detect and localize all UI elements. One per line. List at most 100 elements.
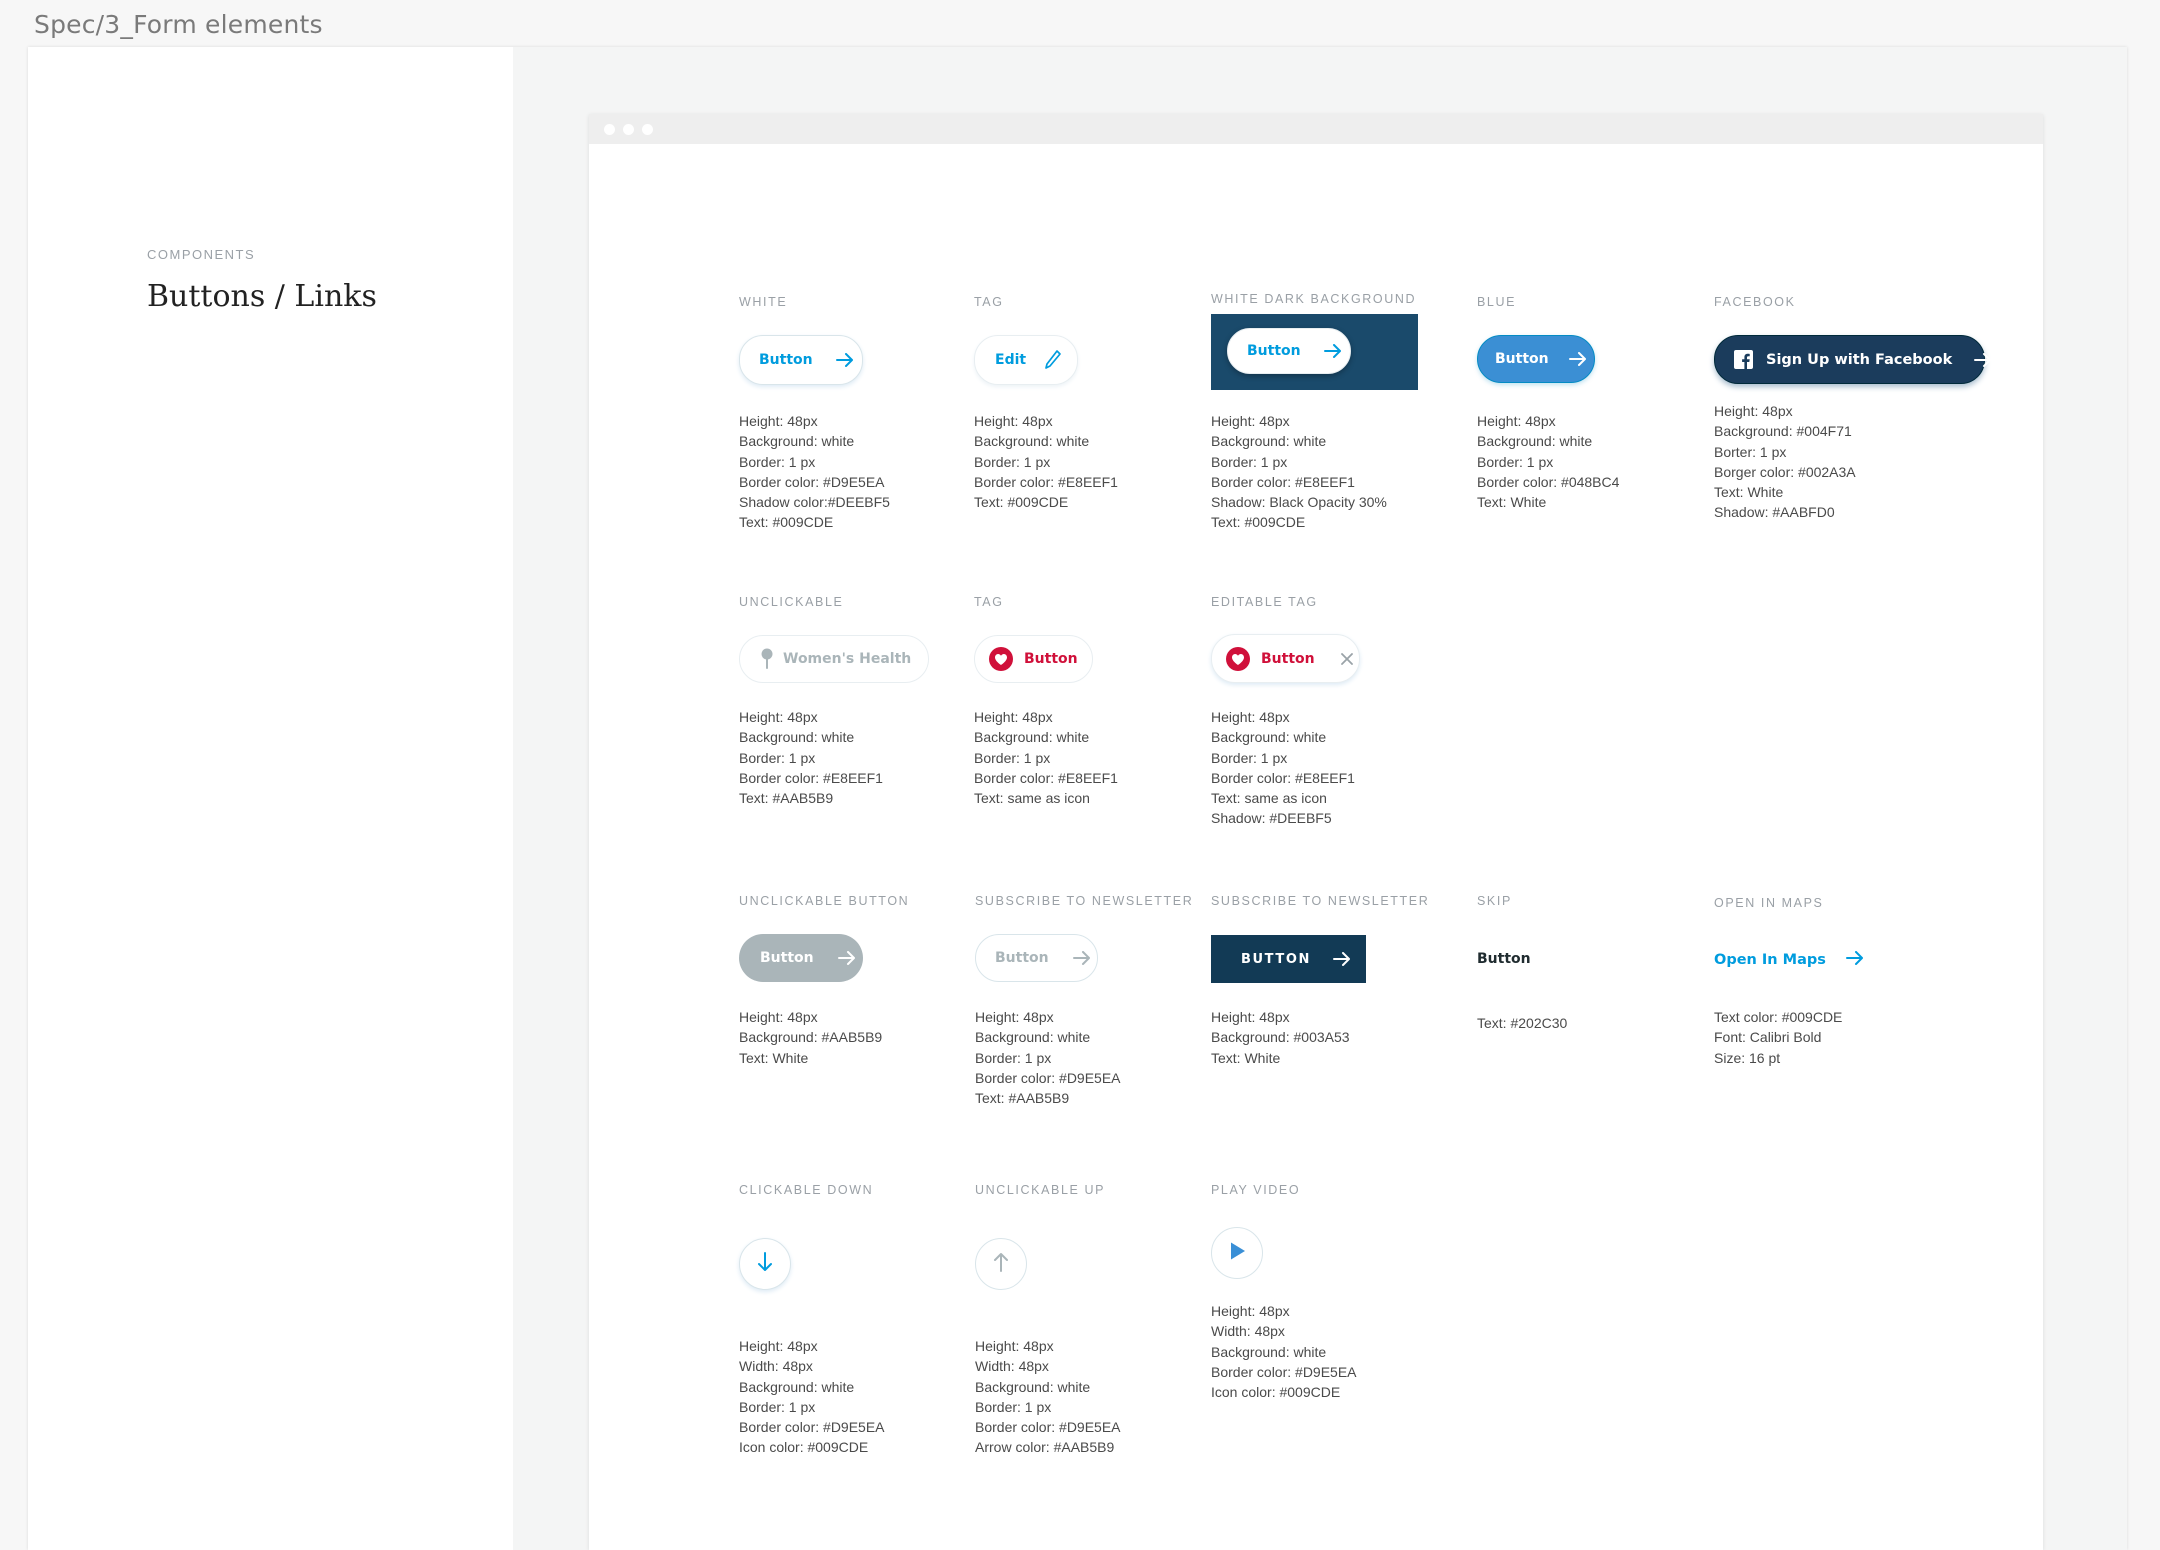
spec-line: Background: white	[739, 1378, 855, 1395]
close-icon[interactable]	[1340, 652, 1353, 665]
spec-line: Text: #009CDE	[1211, 514, 1306, 531]
spec-line: Borger color: #002A3A	[1714, 463, 1856, 480]
spec-line: Text color: #009CDE	[1714, 1009, 1843, 1025]
arrow-right-icon	[835, 353, 854, 367]
facebook-icon	[1734, 350, 1753, 369]
button-label: Button	[1261, 650, 1315, 667]
spec-line: Border: 1 px	[739, 749, 816, 766]
button-label: Button	[1247, 343, 1301, 359]
spec-line: Border color: #D9E5EA	[975, 1419, 1121, 1436]
spec-line: Height: 48px	[739, 709, 818, 725]
spec-line: Height: 48px	[1211, 1009, 1290, 1025]
section-label-tag: TAG	[974, 295, 1004, 309]
page-title: Spec/3_Form elements	[34, 10, 323, 39]
white-dark-button[interactable]: Button	[1227, 328, 1351, 374]
spec-line: Text: #AAB5B9	[739, 790, 834, 807]
spec-line: Border: 1 px	[974, 453, 1051, 470]
spec-line: Background: white	[975, 1029, 1091, 1046]
open-in-maps-link[interactable]: Open In Maps	[1714, 949, 1864, 971]
arrow-down-icon	[757, 1251, 773, 1278]
section-label-white-dark: WHITE DARK BACKGROUND	[1211, 292, 1417, 306]
spec-line: Text: #AAB5B9	[975, 1090, 1070, 1107]
window-dot-icon[interactable]	[642, 124, 653, 135]
spec-line: Border color: #E8EEF1	[1211, 473, 1355, 490]
spec-line: Background: white	[1211, 729, 1327, 746]
spec-line: Border: 1 px	[975, 1398, 1052, 1415]
section-label-unclickable-up: UNCLICKABLE UP	[975, 1183, 1106, 1197]
spec-line: Height: 48px	[975, 1338, 1054, 1354]
heart-tag-button[interactable]: Button	[974, 635, 1093, 683]
spec-line: Height: 48px	[974, 413, 1053, 429]
spec-line: Text: White	[739, 1049, 809, 1066]
browser-window: WHITE Button Height: 48px Background: whi…	[589, 114, 2043, 1550]
button-label: Women's Health	[783, 651, 912, 667]
womens-health-tag: Women's Health	[739, 635, 929, 683]
spec-line: Border: 1 px	[1211, 453, 1288, 470]
spec-line: Shadow: #DEEBF5	[1211, 810, 1332, 827]
spec-line: Background: #004F71	[1714, 423, 1852, 440]
scroll-down-button[interactable]	[739, 1238, 791, 1290]
window-dot-icon[interactable]	[604, 124, 615, 135]
white-specs: Height: 48px Background: white Border: 1 p…	[739, 411, 890, 533]
tag-2-specs: Height: 48px Background: white Border: 1 p…	[974, 707, 1118, 808]
spec-line: Font: Calibri Bold	[1714, 1029, 1822, 1046]
spec-line: Text: same as icon	[1211, 790, 1327, 807]
spec-line: Height: 48px	[1211, 1303, 1290, 1319]
subscribe-disabled-button: Button	[975, 934, 1098, 982]
arrow-right-icon	[1323, 344, 1342, 358]
spec-line: Shadow: Black Opacity 30%	[1211, 494, 1387, 511]
spec-line: Width: 48px	[975, 1358, 1049, 1375]
spec-line: Background: white	[1477, 433, 1593, 450]
spec-line: Text: White	[1477, 494, 1547, 511]
spec-line: Border color: #D9E5EA	[975, 1069, 1121, 1086]
white-button[interactable]: Button	[739, 335, 863, 385]
spec-line: Height: 48px	[739, 1338, 818, 1354]
spec-line: Height: 48px	[1714, 403, 1793, 419]
edit-tag-button[interactable]: Edit	[974, 335, 1078, 385]
pencil-icon	[1044, 349, 1062, 371]
skip-button[interactable]: Button	[1477, 949, 1531, 969]
spec-line: Border color: #D9E5EA	[739, 1419, 885, 1436]
spec-line: Border: 1 px	[739, 1398, 816, 1415]
spec-line: Text: #202C30	[1477, 1015, 1568, 1031]
spec-line: Border: 1 px	[974, 749, 1051, 766]
arrow-right-icon	[1974, 352, 1992, 367]
facebook-signup-button[interactable]: Sign Up with Facebook	[1714, 335, 1992, 384]
unclickable-button: Button	[739, 934, 863, 982]
blue-button[interactable]: Button	[1477, 335, 1595, 383]
section-label-clickable-down: CLICKABLE DOWN	[739, 1183, 874, 1197]
sidebar-panel: COMPONENTS Buttons / Links	[28, 47, 513, 1550]
spec-line: Height: 48px	[739, 1009, 818, 1025]
spec-line: Background: white	[974, 433, 1090, 450]
spec-line: Text: #009CDE	[974, 494, 1069, 511]
section-label-white: WHITE	[739, 295, 788, 309]
spec-line: Text: same as icon	[974, 790, 1090, 807]
category-label: COMPONENTS	[147, 247, 256, 262]
spec-line: Arrow color: #AAB5B9	[975, 1439, 1115, 1456]
spec-line: Border: 1 px	[739, 453, 816, 470]
spec-line: Width: 48px	[739, 1358, 813, 1375]
spec-line: Height: 48px	[975, 1009, 1054, 1025]
spec-line: Background: white	[1211, 1343, 1327, 1360]
spec-line: Background: #003A53	[1211, 1029, 1350, 1046]
editable-heart-tag[interactable]: Button	[1211, 634, 1360, 683]
subscribe-button[interactable]: BUTTON	[1211, 935, 1366, 983]
spec-line: Shadow color:#DEEBF5	[739, 494, 890, 511]
spec-line: Border: 1 px	[1211, 749, 1288, 766]
spec-line: Border color: #E8EEF1	[974, 769, 1118, 786]
section-label-skip: SKIP	[1477, 894, 1512, 908]
window-dot-icon[interactable]	[623, 124, 634, 135]
unclickable-button-specs: Height: 48px Background: #AAB5B9 Text: Whi…	[739, 1007, 882, 1068]
spec-line: Border color: #D9E5EA	[739, 473, 885, 490]
button-label: Button	[1024, 651, 1078, 667]
spec-line: Background: #AAB5B9	[739, 1029, 883, 1046]
section-label-subscribe-2: SUBSCRIBE TO NEWSLETTER	[1211, 894, 1430, 908]
section-label-play-video: PLAY VIDEO	[1211, 1183, 1301, 1197]
link-label: Open In Maps	[1714, 952, 1826, 968]
arrow-right-icon	[1845, 951, 1864, 969]
spec-line: Background: white	[1211, 433, 1327, 450]
button-label: Button	[995, 950, 1049, 966]
play-video-button[interactable]	[1211, 1227, 1263, 1279]
spec-line: Height: 48px	[974, 709, 1053, 725]
play-icon	[1228, 1241, 1246, 1266]
